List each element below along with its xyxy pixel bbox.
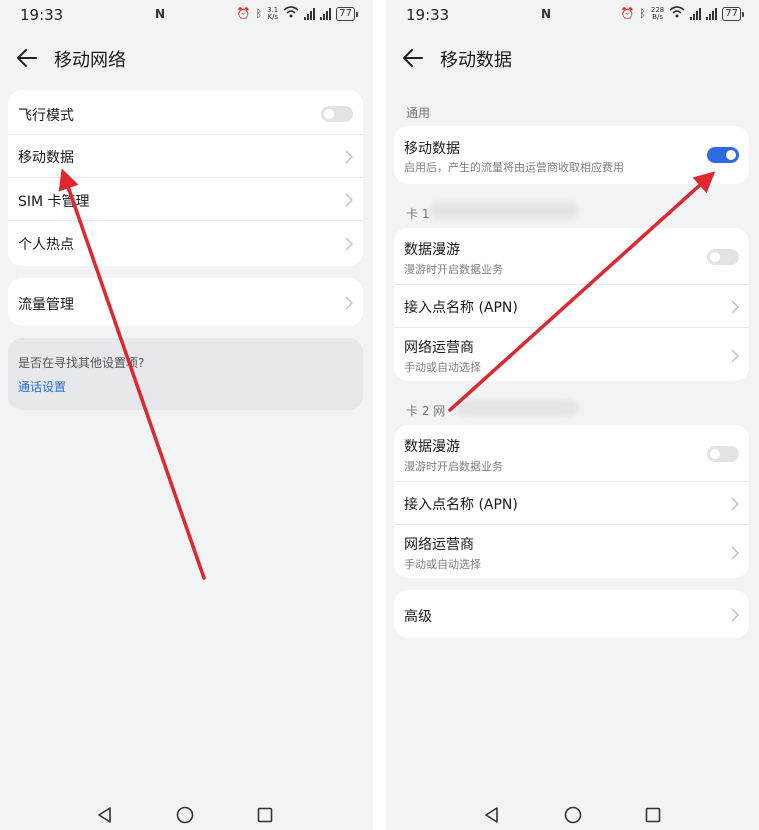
annotation-arrow-right	[448, 171, 716, 412]
annotation-arrow-left	[58, 168, 206, 580]
annotation-arrows	[58, 168, 716, 580]
